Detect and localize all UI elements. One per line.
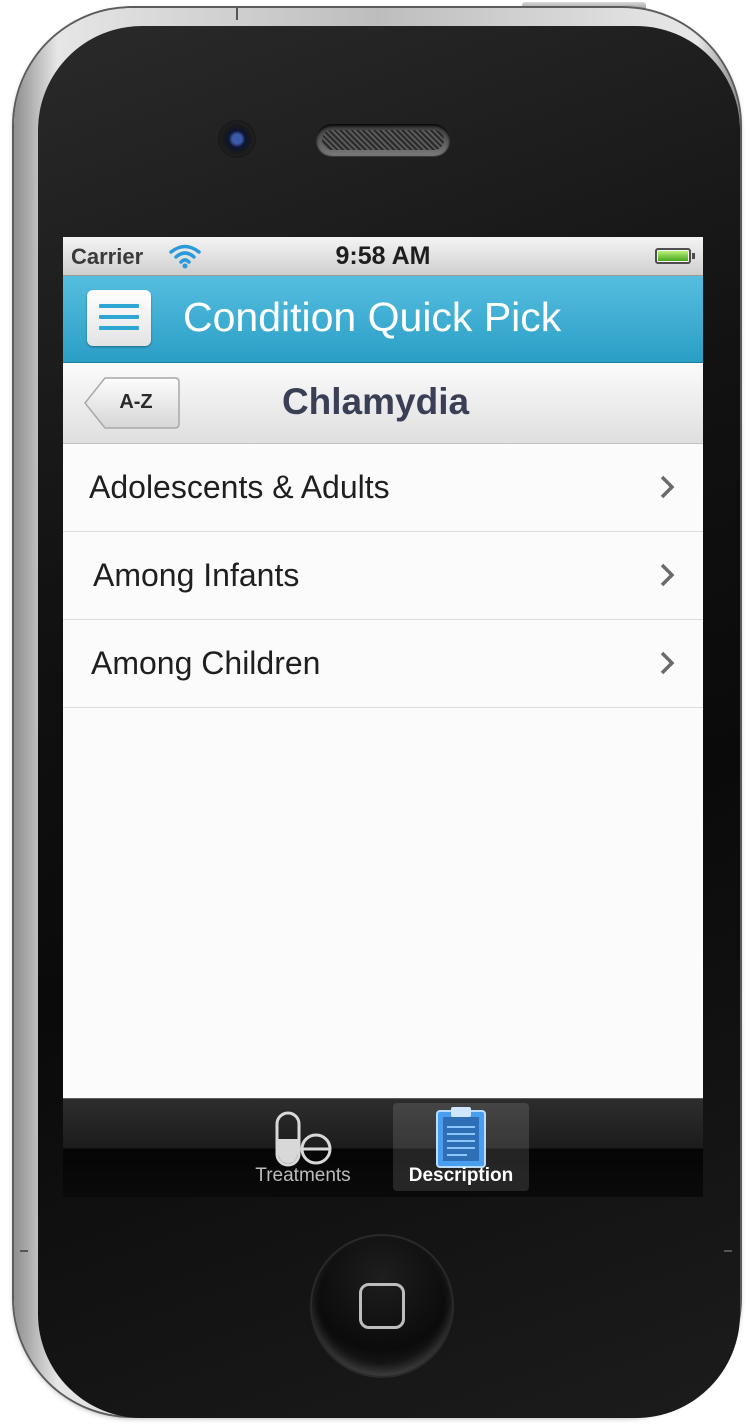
navigation-bar: A-Z Chlamydia [63, 363, 703, 444]
menu-icon-bar [99, 315, 139, 319]
frame-seam [724, 1250, 732, 1252]
tab-label: Treatments [255, 1165, 351, 1186]
home-square-icon [359, 1283, 405, 1329]
status-bar: Carrier 9:58 AM [63, 237, 703, 276]
app-title: Condition Quick Pick [183, 294, 562, 340]
battery-icon [655, 248, 695, 264]
chevron-right-icon [660, 651, 675, 675]
list-item-label: Adolescents & Adults [89, 469, 390, 505]
chevron-right-icon [660, 563, 675, 587]
front-camera [220, 122, 254, 156]
menu-icon [99, 304, 139, 308]
list-item-among-infants[interactable]: Among Infants [63, 532, 703, 620]
home-button[interactable] [312, 1236, 452, 1376]
list-item-among-children[interactable]: Among Children [63, 620, 703, 708]
tab-description[interactable]: Description [393, 1103, 529, 1191]
menu-icon-bar [99, 326, 139, 330]
tab-label: Description [408, 1165, 514, 1186]
clipboard-icon [436, 1107, 486, 1168]
list-item-label: Among Children [91, 645, 321, 681]
pills-icon [275, 1111, 332, 1167]
chevron-right-icon [660, 475, 675, 499]
menu-button[interactable] [87, 290, 151, 346]
earpiece-speaker [316, 124, 450, 156]
list-item-label: Among Infants [93, 557, 300, 593]
subcategory-list: Adolescents & Adults Among Infants Among… [63, 444, 703, 708]
frame-seam [20, 1250, 28, 1252]
tab-bar: Treatments Description [63, 1098, 703, 1197]
screen: Carrier 9:58 AM Condition Quick Pick A-Z… [63, 237, 703, 1197]
clock: 9:58 AM [335, 242, 431, 270]
app-header: Condition Quick Pick [63, 276, 703, 363]
list-item-adolescents-adults[interactable]: Adolescents & Adults [63, 444, 703, 532]
tab-treatments[interactable]: Treatments [235, 1103, 371, 1191]
frame-seam [236, 8, 238, 20]
condition-title: Chlamydia [281, 381, 470, 422]
